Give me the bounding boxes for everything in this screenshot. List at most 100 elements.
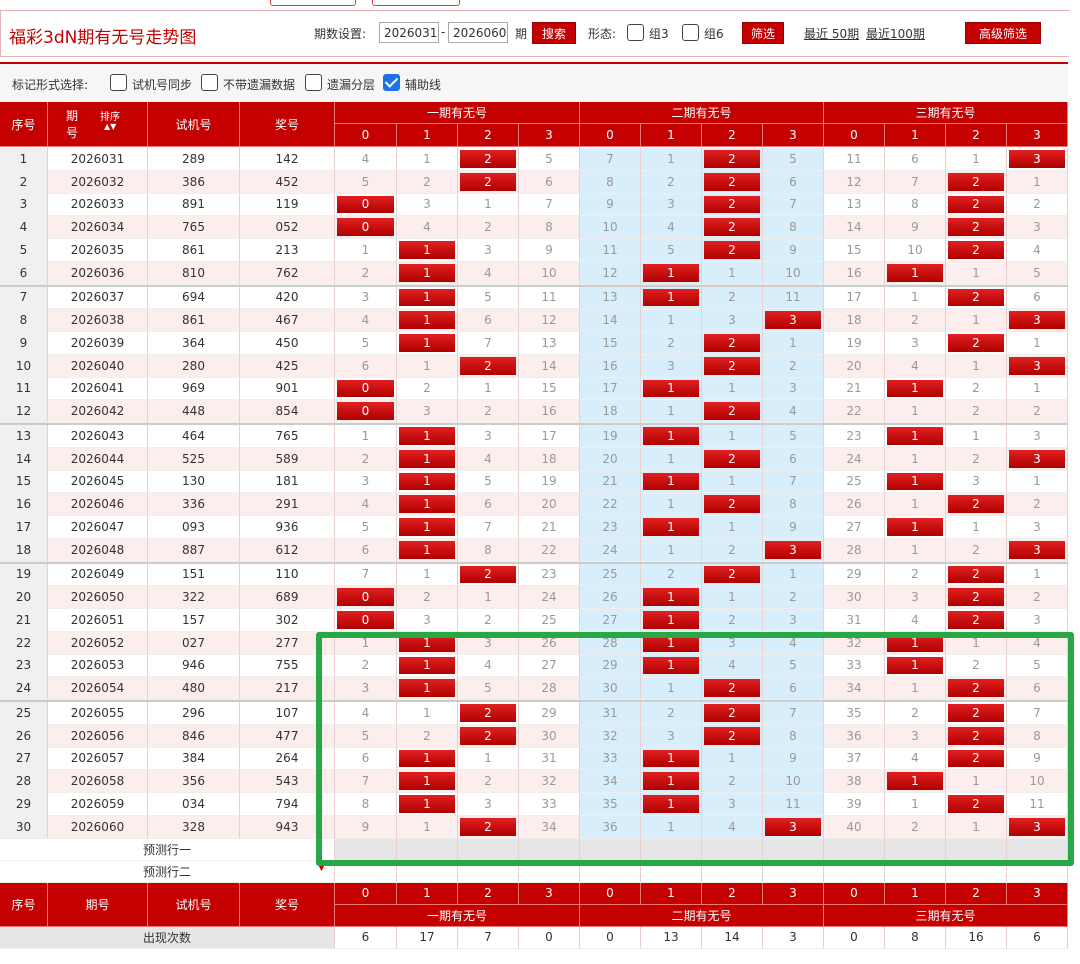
top-strip: [0, 0, 1080, 10]
miss-cell: 30: [580, 677, 641, 700]
hit-value: 1: [667, 519, 675, 534]
row-trial: 093: [148, 516, 240, 539]
row-award: 264: [240, 747, 335, 771]
group6-checkbox[interactable]: [682, 24, 699, 41]
top-tab-1[interactable]: [270, 0, 356, 6]
hit-cell: 2: [458, 354, 519, 378]
row-index: 5: [0, 239, 48, 262]
miss-cell: 25: [824, 470, 885, 494]
predict-row-2-cell[interactable]: [946, 860, 1007, 883]
predict-row-1-cell[interactable]: [702, 838, 763, 861]
miss-cell: 10: [763, 770, 824, 793]
predict-row-2-cell[interactable]: [641, 860, 702, 883]
miss-cell: 1: [946, 770, 1007, 793]
row-issue: 2026039: [48, 332, 148, 355]
predict-row-1-cell[interactable]: [946, 838, 1007, 861]
miss-cell: 3: [458, 425, 519, 448]
predict-row-2-cell[interactable]: [824, 860, 885, 883]
miss-cell: 33: [580, 747, 641, 771]
miss-cell: 26: [580, 586, 641, 609]
predict-row-2-cell[interactable]: [458, 860, 519, 883]
occurrence-count: 0: [824, 926, 885, 949]
miss-cell: 6: [1007, 286, 1068, 310]
row-award: 943: [240, 815, 335, 839]
recent-50-link[interactable]: 最近 50期: [804, 25, 859, 42]
hit-cell: 1: [885, 770, 946, 793]
miss-cell: 2: [946, 447, 1007, 471]
miss-cell: 11: [519, 286, 580, 310]
row-trial: 480: [148, 677, 240, 700]
occurrence-count: 6: [1007, 926, 1068, 949]
hit-cell: 2: [702, 400, 763, 423]
miss-cell: 23: [824, 425, 885, 448]
predict-row-2-cell[interactable]: [397, 860, 458, 883]
period-from-input[interactable]: 2026031: [379, 22, 439, 43]
predict-row-2-cell[interactable]: [580, 860, 641, 883]
miss-cell: 4: [335, 702, 397, 725]
predict-row-1-cell[interactable]: [580, 838, 641, 861]
predict-row-2-cell[interactable]: [335, 860, 397, 883]
hit-value: 3: [1033, 542, 1041, 557]
miss-cell: 6: [335, 538, 397, 562]
miss-cell: 3: [1007, 425, 1068, 448]
footer-digit-header: 0: [824, 882, 885, 905]
hit-cell: 1: [397, 309, 458, 332]
miss-cell: 3: [885, 332, 946, 355]
group3-checkbox[interactable]: [627, 24, 644, 41]
hit-value: 2: [972, 174, 980, 189]
miss-cell: 4: [702, 654, 763, 678]
row-index: 12: [0, 400, 48, 423]
hit-value: 2: [972, 335, 980, 350]
predict-row-1-cell[interactable]: [641, 838, 702, 861]
predict-row-2-cell[interactable]: [519, 860, 580, 883]
search-button[interactable]: 搜索: [532, 22, 576, 44]
row-award: 762: [240, 261, 335, 285]
recent-100-link[interactable]: 最近100期: [866, 25, 925, 42]
predict-row-1-cell[interactable]: [335, 838, 397, 861]
top-tab-2[interactable]: [372, 0, 460, 6]
mark-option-checkbox-2[interactable]: [305, 74, 322, 91]
mark-option-checkbox-1[interactable]: [201, 74, 218, 91]
predict-row-1-cell[interactable]: [458, 838, 519, 861]
predict-row-1-cell[interactable]: [519, 838, 580, 861]
hit-value: 1: [423, 681, 431, 696]
predict-row-1-cell[interactable]: [1007, 838, 1068, 861]
hit-value: 1: [423, 313, 431, 328]
miss-cell: 1: [702, 470, 763, 494]
digit-header: 0: [335, 124, 397, 147]
predict-row-2-cell[interactable]: [1007, 860, 1068, 883]
miss-cell: 3: [641, 724, 702, 748]
sort-arrows-icon[interactable]: ▲▼: [104, 122, 116, 131]
mark-option-checkbox-3[interactable]: [383, 74, 400, 91]
hit-cell: 1: [397, 770, 458, 793]
row-award: 689: [240, 586, 335, 609]
mark-option-checkbox-0[interactable]: [110, 74, 127, 91]
predict-row-2-cell[interactable]: [885, 860, 946, 883]
miss-cell: 7: [458, 332, 519, 355]
row-issue: 2026047: [48, 516, 148, 539]
hit-value: 2: [728, 242, 736, 257]
miss-cell: 2: [458, 216, 519, 239]
predict-row-1-cell[interactable]: [397, 838, 458, 861]
digit-header: 0: [824, 124, 885, 147]
miss-cell: 7: [885, 170, 946, 194]
miss-cell: 11: [763, 286, 824, 310]
period-to-input[interactable]: 2026060: [448, 22, 508, 43]
row-index: 18: [0, 538, 48, 562]
miss-cell: 5: [458, 470, 519, 494]
hit-value: 2: [728, 728, 736, 743]
sort-toggle[interactable]: 排序: [100, 108, 120, 123]
miss-cell: 34: [824, 677, 885, 700]
digit-header: 3: [763, 124, 824, 147]
predict-row-1-cell[interactable]: [763, 838, 824, 861]
predict-row-2-cell[interactable]: [763, 860, 824, 883]
hit-cell: 2: [702, 170, 763, 194]
hit-value: 2: [728, 681, 736, 696]
miss-cell: 13: [824, 193, 885, 217]
predict-row-2-cell[interactable]: [702, 860, 763, 883]
predict-row-1-cell[interactable]: [885, 838, 946, 861]
filter-button[interactable]: 筛选: [742, 22, 784, 44]
miss-cell: 1: [885, 493, 946, 516]
predict-row-1-cell[interactable]: [824, 838, 885, 861]
advanced-filter-button[interactable]: 高级筛选: [965, 22, 1041, 44]
